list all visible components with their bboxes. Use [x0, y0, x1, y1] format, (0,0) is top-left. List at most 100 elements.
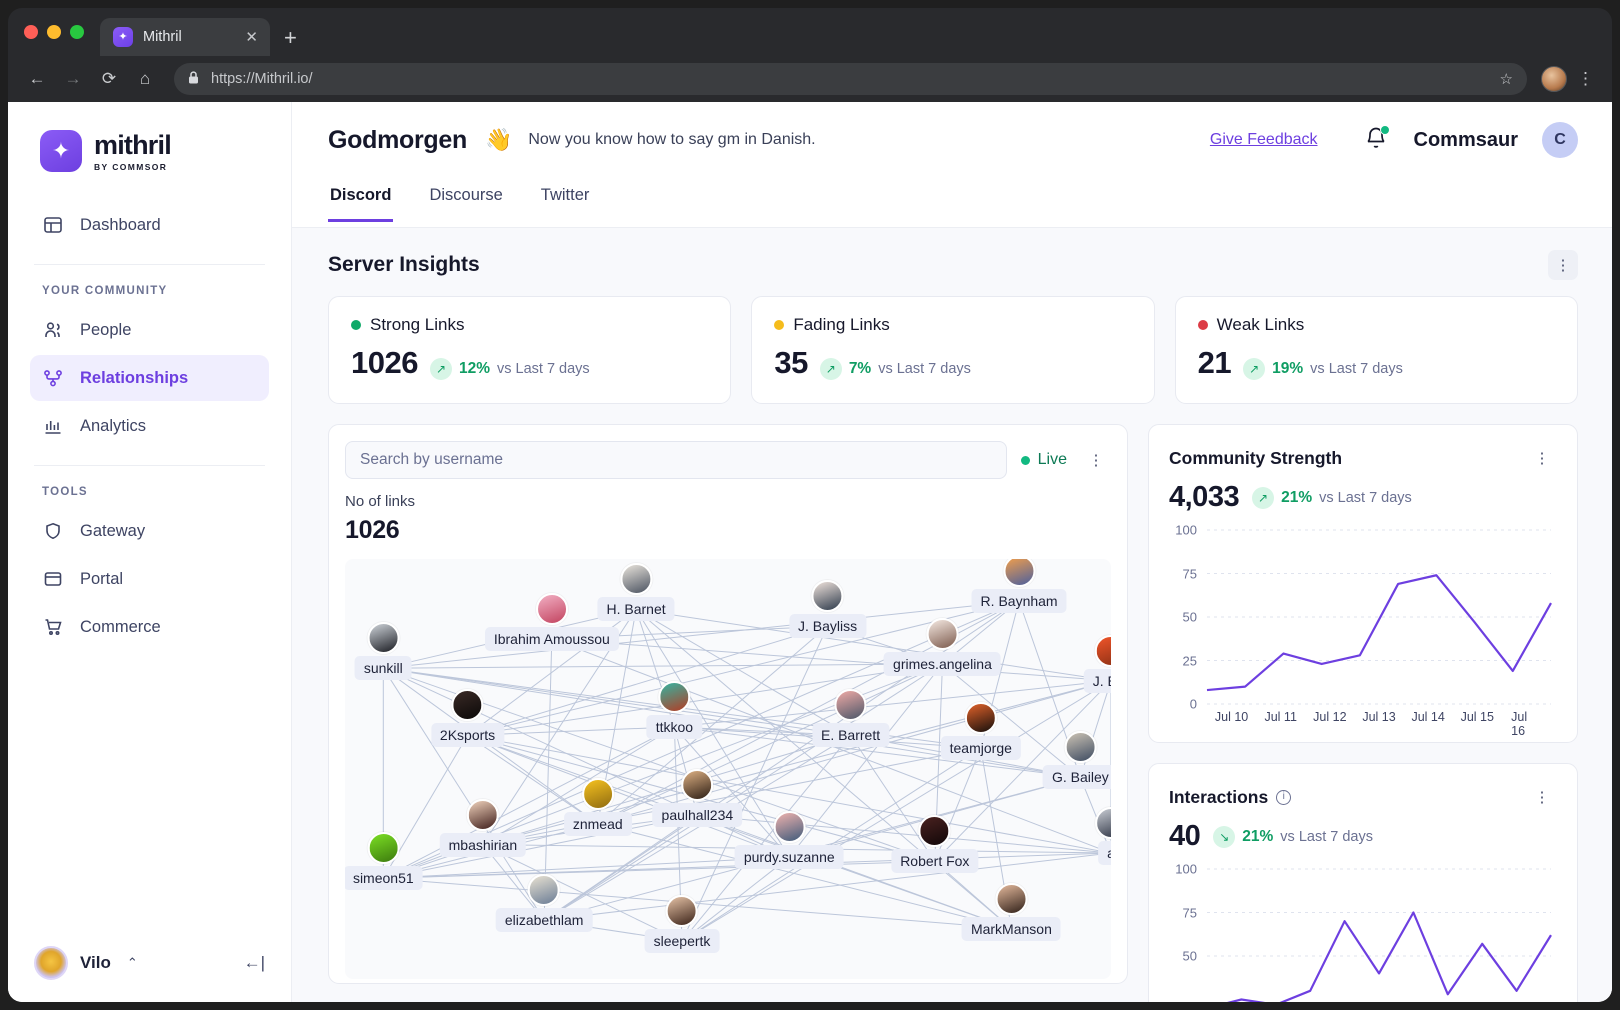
- maximize-window-button[interactable]: [70, 25, 84, 39]
- interactions-menu-icon[interactable]: ⋮: [1527, 782, 1557, 812]
- stat-value: 21: [1197, 345, 1232, 380]
- info-icon[interactable]: i: [1276, 789, 1292, 805]
- trend-up-icon: ↗: [1252, 486, 1275, 509]
- graph-node[interactable]: MarkManson: [961, 882, 1061, 941]
- interactions-card: Interactions i ⋮ 40 ↘ 21% vs Last 7 days: [1148, 763, 1578, 1002]
- links-value: 1026: [345, 516, 400, 544]
- graph-node[interactable]: mbashirian: [439, 798, 527, 857]
- sidebar-item-portal[interactable]: Portal: [30, 556, 269, 602]
- avatar[interactable]: [34, 946, 68, 980]
- trend-indicator: ↗ 12% vs Last 7 days: [429, 358, 590, 380]
- graph-node[interactable]: teamjorge: [940, 702, 1021, 760]
- graph-node[interactable]: paulhall234: [652, 769, 743, 828]
- forward-icon[interactable]: →: [58, 64, 88, 94]
- tab-discourse[interactable]: Discourse: [427, 178, 504, 222]
- shield-icon: [42, 520, 64, 542]
- browser-profile-avatar[interactable]: [1541, 66, 1567, 92]
- window-traffic-lights: [24, 8, 100, 56]
- stat-label: Strong Links: [351, 315, 708, 335]
- sidebar-item-dashboard[interactable]: Dashboard: [30, 202, 269, 248]
- sidebar-item-label: Dashboard: [80, 215, 161, 234]
- collapse-sidebar-icon[interactable]: ←|: [244, 953, 265, 973]
- trend-up-icon: ↗: [819, 358, 842, 380]
- trend-note: vs Last 7 days: [497, 361, 590, 377]
- graph-node[interactable]: E. Barrett: [811, 689, 890, 748]
- trend-percent: 19%: [1272, 360, 1304, 377]
- card-title: Interactions: [1169, 786, 1269, 807]
- address-bar[interactable]: https://Mithril.io/ ☆: [174, 63, 1527, 95]
- community-strength-chart: 100 75 50 25 0 Jul 10 Jul 11 Jul 12 Jul 13 Jul 14…: [1169, 520, 1557, 738]
- app-logo[interactable]: ✦ mithril BY COMMSOR: [30, 102, 269, 202]
- chevron-up-icon[interactable]: ⌃: [127, 955, 138, 971]
- page-subtitle: Now you know how to say gm in Danish.: [528, 131, 816, 148]
- graph-node[interactable]: 2Ksports: [430, 689, 505, 748]
- sidebar-item-analytics[interactable]: Analytics: [30, 403, 269, 449]
- notifications-button[interactable]: [1364, 124, 1390, 155]
- sidebar-section-community: YOUR COMMUNITY: [42, 285, 168, 297]
- sidebar-item-relationships[interactable]: Relationships: [30, 355, 269, 401]
- stat-card-fading-links: Fading Links 35 ↗ 7% vs Last 7 days: [751, 296, 1155, 404]
- relationships-icon: [42, 367, 64, 389]
- notification-badge: [1379, 124, 1390, 135]
- stat-label: Fading Links: [774, 315, 1131, 335]
- sidebar-item-commerce[interactable]: Commerce: [30, 604, 269, 650]
- sidebar-item-label: Gateway: [80, 521, 146, 540]
- insight-charts-column: Community Strength ⋮ 4,033 ↗ 21% vs Last…: [1148, 424, 1578, 1002]
- sidebar-item-label: Relationships: [80, 368, 189, 387]
- graph-node[interactable]: ttkkoo: [646, 681, 703, 739]
- graph-node[interactable]: a: [1094, 807, 1111, 865]
- graph-node[interactable]: H. Barnet: [597, 563, 675, 622]
- trend-up-icon: ↗: [1243, 358, 1266, 380]
- graph-node[interactable]: Robert Fox: [891, 815, 979, 874]
- new-tab-button[interactable]: +: [284, 27, 297, 49]
- server-insights-menu-icon[interactable]: ⋮: [1548, 250, 1578, 280]
- graph-node[interactable]: Ibrahim Amoussou: [484, 592, 619, 651]
- graph-menu-icon[interactable]: ⋮: [1081, 445, 1111, 475]
- tab-discord[interactable]: Discord: [328, 178, 394, 222]
- graph-node[interactable]: G. Bailey: [1042, 731, 1111, 790]
- graph-node[interactable]: grimes.angelina: [884, 618, 1001, 676]
- sidebar-item-label: Analytics: [80, 416, 147, 435]
- graph-node[interactable]: purdy.suzanne: [734, 811, 844, 870]
- sidebar-item-people[interactable]: People: [30, 307, 269, 353]
- give-feedback-link[interactable]: Give Feedback: [1210, 131, 1318, 149]
- sidebar-item-gateway[interactable]: Gateway: [30, 508, 269, 554]
- trend-percent: 7%: [848, 360, 872, 377]
- graph-node[interactable]: J. Bayliss: [789, 580, 867, 639]
- y-axis-tick: 50: [1182, 948, 1197, 964]
- wave-icon: 👋: [484, 127, 513, 152]
- sidebar-item-label: Commerce: [80, 617, 161, 636]
- graph-node[interactable]: sunkill: [354, 622, 412, 681]
- graph-node[interactable]: elizabethlam: [495, 874, 593, 933]
- close-window-button[interactable]: [24, 25, 38, 39]
- graph-node[interactable]: J. Bar: [1083, 634, 1111, 693]
- graph-node[interactable]: R. Baynham: [971, 559, 1067, 613]
- browser-menu-icon[interactable]: ⋮: [1573, 69, 1598, 89]
- graph-node[interactable]: simeon51: [345, 832, 423, 891]
- trend-indicator: ↗ 7% vs Last 7 days: [819, 358, 971, 380]
- home-icon[interactable]: ⌂: [130, 64, 160, 94]
- sidebar: ✦ mithril BY COMMSOR Dashboard YOUR COMM…: [8, 102, 292, 1002]
- stat-value: 1026: [351, 345, 418, 380]
- main-content: Godmorgen 👋 Now you know how to say gm i…: [292, 102, 1612, 1002]
- sidebar-item-label: People: [80, 320, 132, 339]
- stat-label-text: Fading Links: [793, 315, 890, 334]
- back-icon[interactable]: ←: [22, 64, 52, 94]
- close-tab-icon[interactable]: ✕: [245, 30, 258, 45]
- community-strength-card: Community Strength ⋮ 4,033 ↗ 21% vs Last…: [1148, 424, 1578, 743]
- user-avatar[interactable]: C: [1542, 122, 1578, 158]
- graph-node[interactable]: sleepertk: [644, 895, 720, 954]
- tab-twitter[interactable]: Twitter: [539, 178, 592, 222]
- x-axis-tick: Jul 15: [1460, 710, 1494, 724]
- x-axis-tick: Jul 11: [1264, 710, 1297, 724]
- bookmark-star-icon[interactable]: ☆: [1500, 70, 1513, 88]
- community-strength-menu-icon[interactable]: ⋮: [1527, 443, 1557, 473]
- graph-node[interactable]: znmead: [563, 777, 632, 836]
- sidebar-footer: Vilo ⌃ ←|: [8, 924, 291, 1002]
- user-name: Commsaur: [1413, 128, 1518, 151]
- network-graph[interactable]: H. Barnet J. Bayliss R. Baynham Ibrahim Amo…: [345, 559, 1111, 979]
- browser-tab[interactable]: ✦ Mithril ✕: [100, 18, 270, 56]
- minimize-window-button[interactable]: [47, 25, 61, 39]
- search-input[interactable]: [345, 441, 1007, 479]
- reload-icon[interactable]: ⟳: [94, 64, 124, 94]
